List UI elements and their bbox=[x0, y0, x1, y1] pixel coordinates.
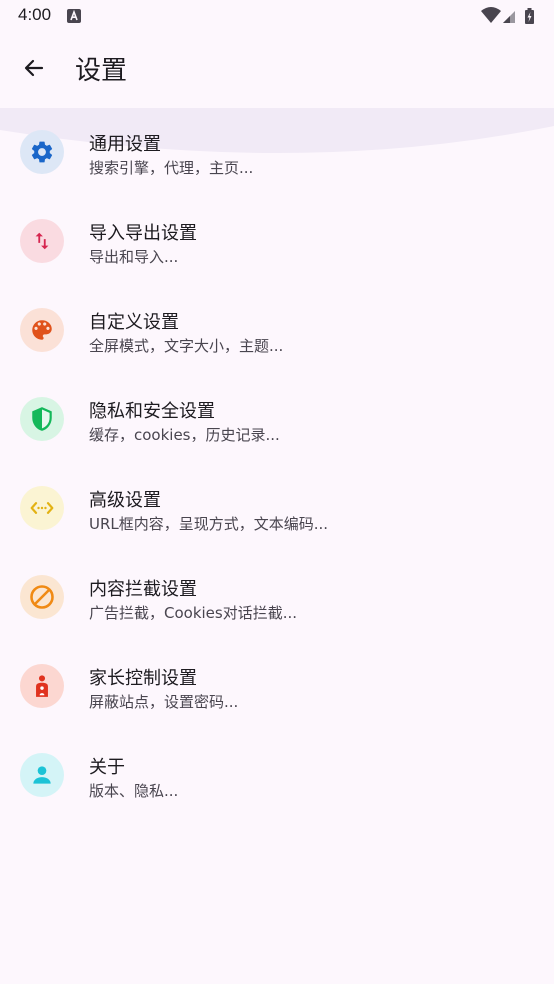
icon-bg-parental bbox=[20, 664, 64, 708]
item-title: 高级设置 bbox=[89, 490, 161, 511]
settings-item-parental[interactable]: 家长控制设置 屏蔽站点，设置密码... bbox=[0, 642, 554, 731]
import-export-icon bbox=[35, 232, 49, 250]
item-title: 关于 bbox=[89, 757, 125, 778]
palette-icon bbox=[32, 320, 52, 340]
status-time: 4:00 bbox=[18, 5, 52, 24]
item-title: 自定义设置 bbox=[89, 312, 179, 333]
settings-item-import-export[interactable]: 导入导出设置 导出和导入... bbox=[0, 197, 554, 286]
settings-item-content-block[interactable]: 内容拦截设置 广告拦截，Cookies对话拦截... bbox=[0, 553, 554, 642]
notification-a-icon bbox=[67, 8, 81, 27]
item-title: 通用设置 bbox=[89, 134, 161, 155]
settings-list: 通用设置 搜索引擎，代理，主页... 导入导出设置 导出和导入... 自定义设置… bbox=[0, 108, 554, 820]
person-icon bbox=[33, 766, 51, 784]
item-title: 隐私和安全设置 bbox=[89, 401, 215, 422]
icon-bg-privacy bbox=[20, 397, 64, 441]
page-title: 设置 bbox=[75, 56, 128, 86]
status-bar: 4:00 bbox=[0, 0, 554, 32]
block-icon bbox=[30, 585, 54, 609]
app-bar: 设置 bbox=[0, 32, 554, 108]
item-subtitle: 搜索引擎，代理，主页... bbox=[89, 159, 254, 177]
item-subtitle: 缓存，cookies，历史记录... bbox=[89, 426, 280, 444]
settings-item-about[interactable]: 关于 版本、隐私... bbox=[0, 731, 554, 820]
signal-icon bbox=[503, 11, 515, 23]
item-subtitle: URL框内容，呈现方式，文本编码... bbox=[89, 515, 329, 533]
icon-bg-customize bbox=[20, 308, 64, 352]
settings-item-general[interactable]: 通用设置 搜索引擎，代理，主页... bbox=[0, 108, 554, 197]
wifi-icon bbox=[481, 7, 501, 23]
item-subtitle: 屏蔽站点，设置密码... bbox=[89, 693, 239, 711]
item-subtitle: 全屏模式，文字大小，主题... bbox=[89, 337, 284, 355]
icon-bg-advanced bbox=[20, 486, 64, 530]
item-title: 内容拦截设置 bbox=[89, 579, 197, 600]
item-subtitle: 广告拦截，Cookies对话拦截... bbox=[89, 604, 298, 622]
icon-bg-import-export bbox=[20, 219, 64, 263]
status-icons bbox=[480, 6, 538, 26]
settings-item-advanced[interactable]: 高级设置 URL框内容，呈现方式，文本编码... bbox=[0, 464, 554, 553]
item-title: 导入导出设置 bbox=[89, 223, 197, 244]
icon-bg-content-block bbox=[20, 575, 64, 619]
item-subtitle: 导出和导入... bbox=[89, 248, 179, 266]
item-subtitle: 版本、隐私... bbox=[89, 782, 179, 800]
battery-icon bbox=[525, 8, 534, 24]
item-title: 家长控制设置 bbox=[89, 668, 197, 689]
code-icon bbox=[30, 502, 54, 514]
gear-icon bbox=[31, 141, 53, 163]
back-arrow-icon bbox=[24, 59, 44, 77]
settings-item-customize[interactable]: 自定义设置 全屏模式，文字大小，主题... bbox=[0, 286, 554, 375]
parent-icon bbox=[36, 675, 48, 697]
icon-bg-about bbox=[20, 753, 64, 797]
settings-item-privacy[interactable]: 隐私和安全设置 缓存，cookies，历史记录... bbox=[0, 375, 554, 464]
icon-bg-general bbox=[20, 130, 64, 174]
back-button[interactable] bbox=[14, 48, 54, 88]
shield-icon bbox=[32, 407, 52, 431]
